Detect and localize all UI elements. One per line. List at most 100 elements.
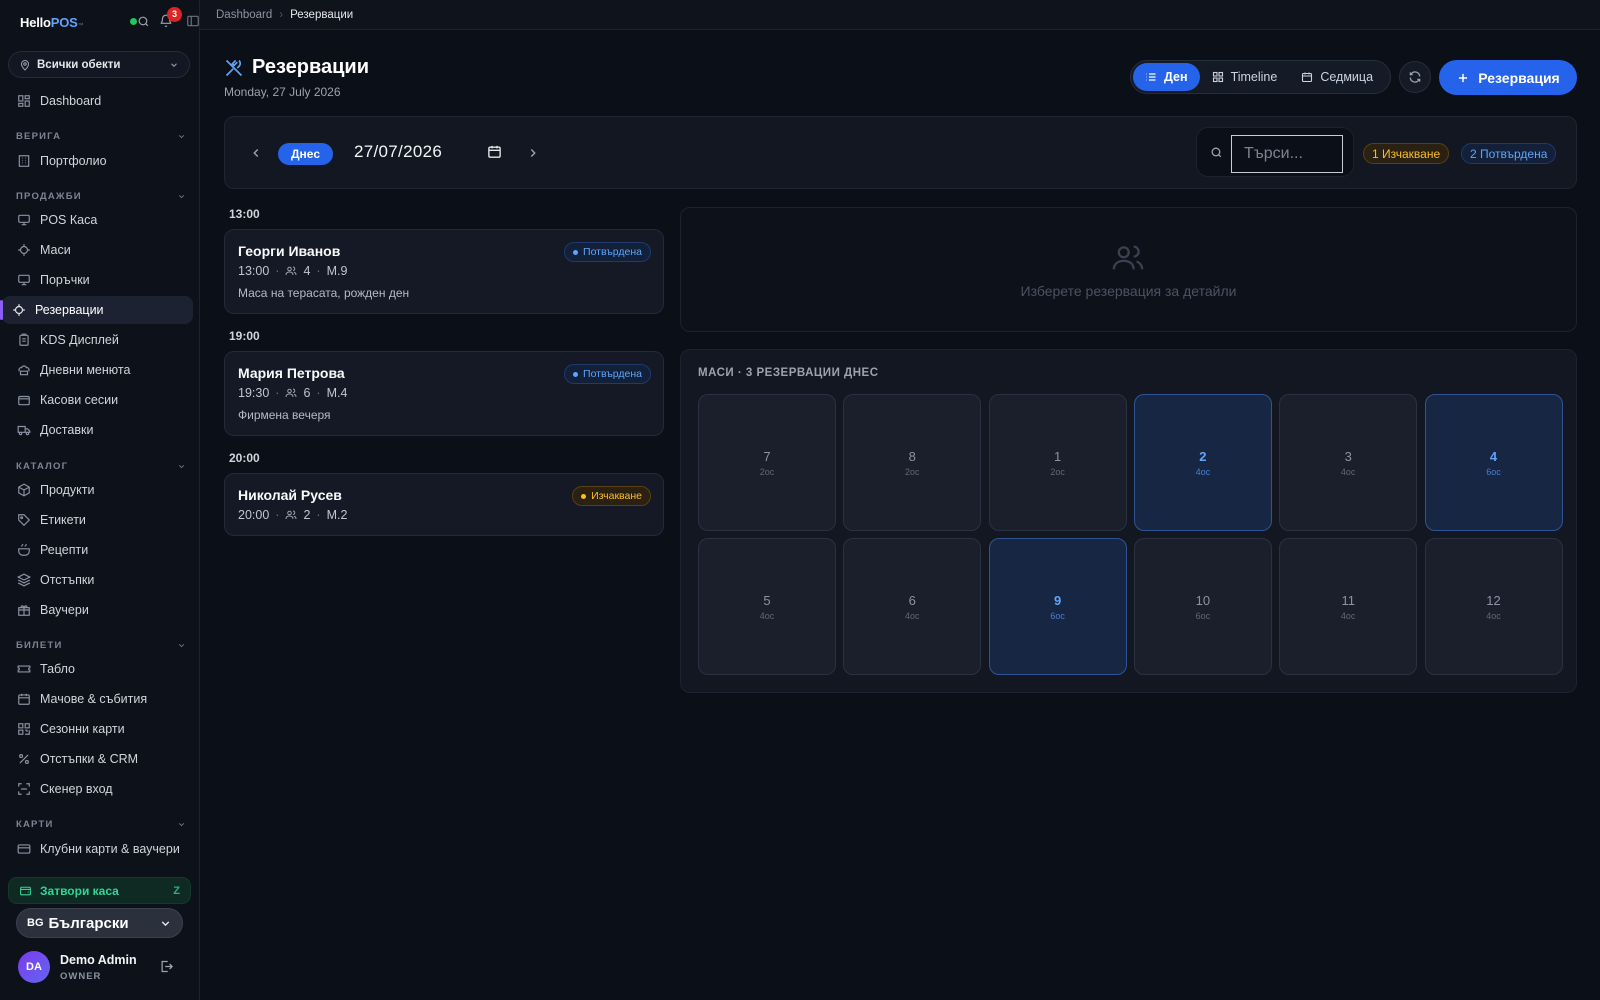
detail-empty-text: Изберете резервация за детайли — [1020, 283, 1237, 299]
table-number: 10 — [1195, 593, 1211, 608]
sidebar-item-board[interactable]: Табло — [6, 655, 194, 683]
sidebar-item-scanner[interactable]: Скенер вход — [6, 775, 194, 803]
chevron-down-icon — [178, 194, 185, 198]
table-capacity: 2ос — [759, 467, 775, 477]
list-icon — [1146, 73, 1156, 81]
sidebar-item-deliveries[interactable]: Доставки — [6, 416, 194, 444]
section-header-tickets[interactable]: БИЛЕТИ — [16, 638, 186, 652]
prev-day-button[interactable] — [249, 146, 263, 160]
view-timeline-button[interactable]: Timeline — [1200, 63, 1290, 91]
sidebar-item-recipes[interactable]: Рецепти — [6, 536, 194, 564]
table-tile[interactable]: 2 4ос — [1133, 394, 1272, 531]
table-capacity: 4ос — [759, 611, 775, 621]
table-capacity: 4ос — [905, 611, 920, 621]
section-header-sales[interactable]: ПРОДАЖБИ — [16, 189, 186, 203]
crosshair-icon — [13, 304, 25, 316]
table-number: 9 — [1053, 593, 1062, 608]
sidebar-item-dashboard[interactable]: Dashboard — [6, 87, 194, 115]
new-reservation-button[interactable]: Резервация — [1439, 60, 1577, 95]
sidebar-item-cash-sessions[interactable]: Касови сесии — [6, 386, 194, 414]
sidebar-item-reservations[interactable]: Резервации — [0, 296, 193, 324]
table-number: 12 — [1486, 593, 1501, 608]
view-week-button[interactable]: Седмица — [1289, 63, 1385, 91]
sidebar-item-daily-menus[interactable]: Дневни менюта — [6, 356, 194, 384]
clipboard-icon — [19, 333, 29, 346]
sidebar-item-labels[interactable]: Етикети — [6, 506, 194, 534]
status-badge: Потвърдена — [564, 242, 651, 262]
percent-icon — [19, 754, 29, 764]
confirmed-filter-badge[interactable]: 2 Потвърдена — [1461, 143, 1557, 164]
table-tile[interactable]: 9 6ос — [988, 538, 1127, 675]
truck-icon — [17, 425, 31, 436]
section-header-catalog[interactable]: КАТАЛОГ — [16, 459, 186, 473]
sidebar-item-orders[interactable]: Поръчки — [6, 266, 194, 294]
table-number: 2 — [1199, 449, 1207, 464]
sidebar-item-portfolio[interactable]: Портфолио — [6, 147, 194, 175]
logout-icon[interactable] — [159, 959, 174, 974]
sidebar-item-events[interactable]: Мачове & събития — [6, 685, 194, 713]
table-tile[interactable]: 4 6ос — [1424, 394, 1563, 531]
table-tile[interactable]: 11 4ос — [1279, 538, 1418, 675]
search-icon[interactable] — [137, 15, 150, 28]
sidebar-item-kds[interactable]: KDS Дисплей — [6, 326, 194, 354]
sidebar-item-pos[interactable]: POS Каса — [6, 206, 194, 234]
table-tile[interactable]: 7 2ос — [698, 394, 836, 531]
chevron-left-icon — [253, 149, 259, 157]
table-tile[interactable]: 5 4ос — [698, 538, 836, 675]
view-day-button[interactable]: Ден — [1133, 63, 1200, 91]
reservation-meta: 13:00 · 4 · М.9 — [238, 264, 348, 278]
today-button[interactable]: Днес — [278, 143, 333, 165]
table-tile[interactable]: 10 6ос — [1133, 538, 1272, 675]
users-icon — [1112, 245, 1144, 270]
reservation-card[interactable]: Николай Русев Изчакване 20:00 · 2 · М.2 — [224, 473, 664, 536]
monitor-icon — [18, 274, 30, 286]
sidebar-item-vouchers[interactable]: Ваучери — [6, 596, 194, 624]
table-number: 8 — [908, 449, 916, 464]
chevron-right-icon — [530, 149, 536, 157]
table-tile[interactable]: 3 4ос — [1279, 394, 1418, 531]
guest-name: Георги Иванов — [238, 243, 341, 259]
user-profile: DA Demo Admin OWNER — [18, 951, 194, 985]
reservation-meta: 20:00 · 2 · М.2 — [238, 508, 348, 522]
section-header-cards[interactable]: КАРТИ — [16, 817, 186, 831]
next-day-button[interactable] — [526, 146, 540, 160]
breadcrumb-dashboard-link[interactable]: Dashboard — [216, 9, 272, 21]
table-tile[interactable]: 12 4ос — [1424, 538, 1563, 675]
app-logo[interactable]: HelloPOS™ — [20, 15, 84, 30]
reservation-card[interactable]: Мария Петрова Потвърдена 19:30 · 6 · М.4 Ф… — [224, 351, 664, 436]
date-input[interactable]: 27/07/2026 — [354, 142, 442, 162]
language-label: Български — [48, 914, 129, 932]
close-register-button[interactable]: Затвори каса Z — [8, 877, 191, 904]
reservation-detail-panel: Изберете резервация за детайли — [680, 207, 1577, 332]
table-capacity: 6ос — [1486, 467, 1501, 477]
table-tile[interactable]: 6 4ос — [843, 538, 982, 675]
refresh-button[interactable] — [1399, 61, 1431, 93]
section-header-chain[interactable]: ВЕРИГА — [16, 129, 186, 143]
sidebar-item-crm[interactable]: Отстъпки & CRM — [6, 745, 194, 773]
location-pin-icon — [20, 59, 30, 71]
monitor-icon — [18, 214, 30, 226]
sidebar-item-products[interactable]: Продукти — [6, 476, 194, 504]
date-toolbar: Днес 27/07/2026 1 Изчакване 2 Потвърдена — [224, 116, 1577, 189]
sidebar-item-club-cards[interactable]: Клубни карти & ваучери — [6, 835, 194, 863]
chevron-right-icon: › — [279, 8, 284, 21]
sidebar-item-discounts[interactable]: Отстъпки — [6, 566, 194, 594]
status-badge: Потвърдена — [564, 364, 651, 384]
language-select[interactable]: BG Български — [16, 908, 183, 938]
calendar-picker-icon[interactable] — [487, 144, 502, 159]
grid-icon — [1212, 71, 1223, 83]
table-tile[interactable]: 8 2ос — [843, 394, 982, 531]
reservation-card[interactable]: Георги Иванов Потвърдена 13:00 · 4 · М.9 М… — [224, 229, 664, 314]
search-input[interactable] — [1231, 135, 1343, 173]
sidebar-item-season-cards[interactable]: Сезонни карти — [6, 715, 194, 743]
pending-filter-badge[interactable]: 1 Изчакване — [1363, 143, 1450, 164]
sidebar-item-tables[interactable]: Маси — [6, 236, 194, 264]
chevron-down-icon — [178, 464, 185, 468]
venue-selector[interactable]: Всички обекти — [8, 51, 190, 78]
table-tile[interactable]: 1 2ос — [988, 394, 1127, 531]
chevron-down-icon — [178, 822, 185, 826]
venue-selector-label: Всички обекти — [37, 58, 121, 71]
collapse-sidebar-icon[interactable] — [186, 14, 200, 28]
avatar[interactable]: DA — [18, 951, 50, 983]
search-box — [1196, 127, 1354, 177]
